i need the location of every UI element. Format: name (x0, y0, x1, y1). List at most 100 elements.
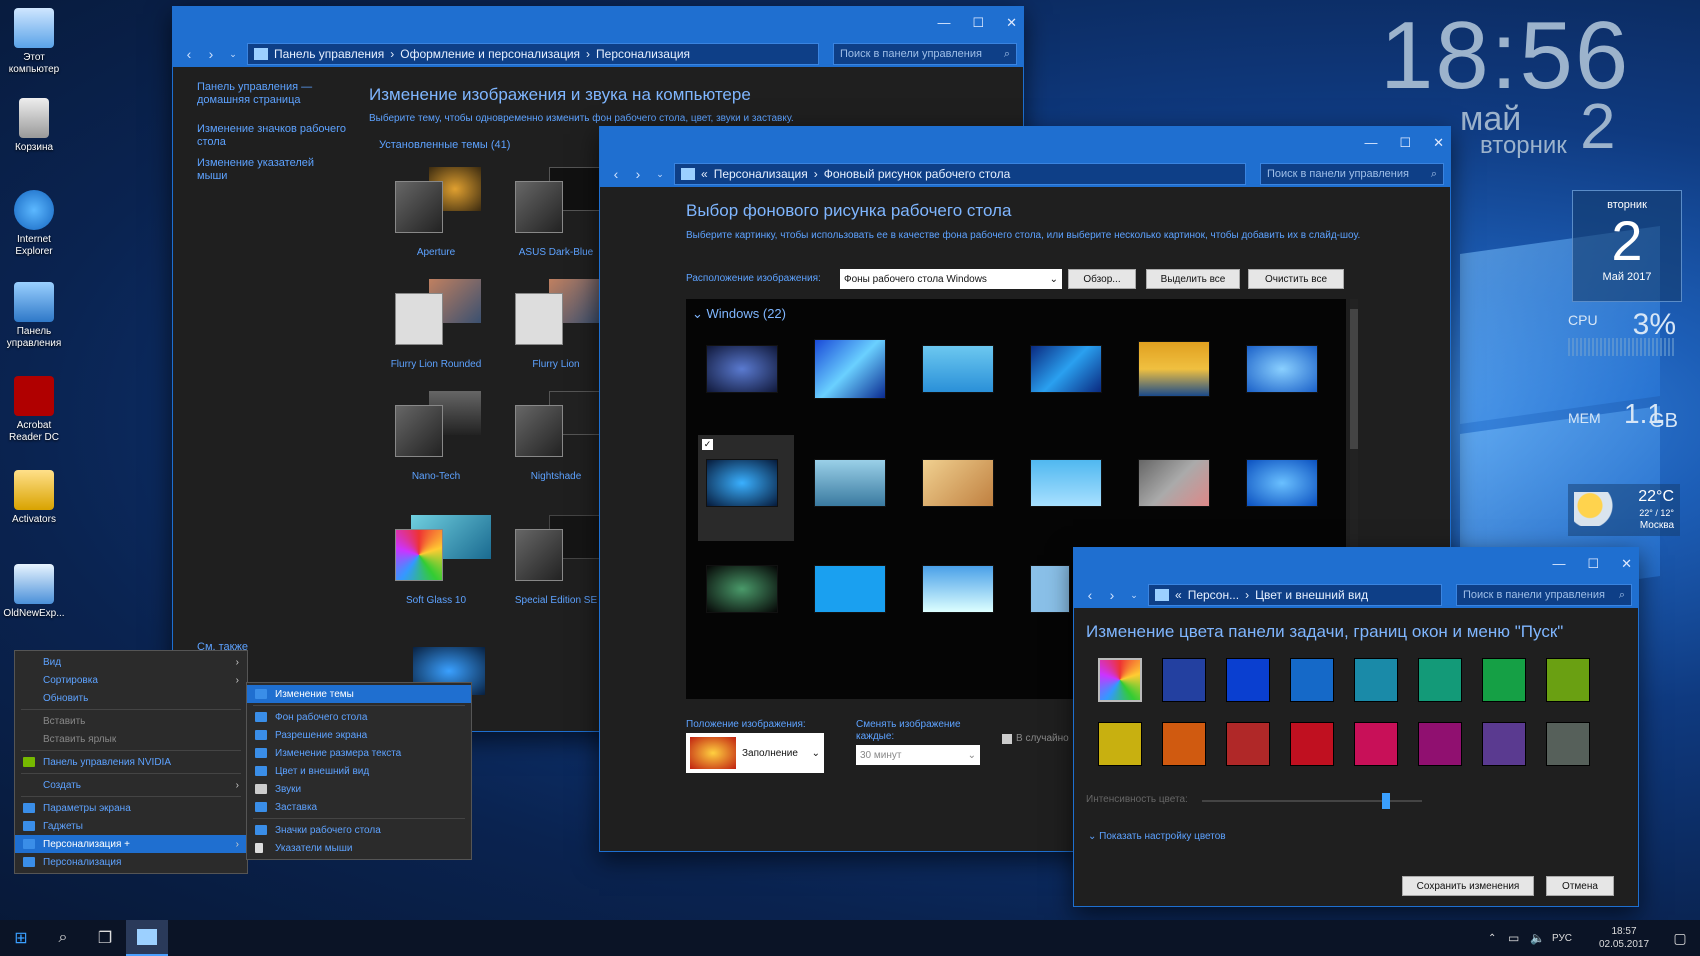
color-swatch[interactable] (1482, 658, 1526, 702)
wallpaper-thumb[interactable] (1030, 459, 1102, 507)
desktop-icon-oldnewexp[interactable]: OldNewExp... (2, 564, 66, 620)
wallpaper-thumb[interactable] (1030, 345, 1102, 393)
forward-icon[interactable]: › (1104, 587, 1120, 603)
clear-all-button[interactable]: Очистить все (1248, 269, 1344, 289)
wallpaper-thumb[interactable] (922, 459, 994, 507)
submenu-item-text-size[interactable]: Изменение размера текста (247, 744, 471, 762)
desktop-icon-activators[interactable]: Activators (2, 470, 66, 526)
wallpaper-thumb[interactable] (814, 459, 886, 507)
wallpaper-thumb[interactable] (814, 565, 886, 613)
shuffle-checkbox[interactable]: В случайно (1002, 733, 1069, 744)
notifications-icon[interactable]: ▢ (1660, 930, 1700, 947)
wallpaper-thumb[interactable] (922, 565, 994, 613)
submenu-item-resolution[interactable]: Разрешение экрана (247, 726, 471, 744)
mouse-pointers-link[interactable]: Изменение указателей мыши (197, 157, 347, 183)
forward-icon[interactable]: › (630, 166, 646, 182)
theme-aperture[interactable]: Aperture (381, 163, 491, 258)
chevron-down-icon[interactable]: ⌄ (225, 49, 241, 60)
menu-item-gadgets[interactable]: Гаджеты (15, 817, 247, 835)
network-icon[interactable]: ▭ (1508, 931, 1530, 945)
slider-thumb[interactable] (1382, 793, 1391, 809)
taskbar-app-control-panel[interactable] (126, 920, 168, 956)
wallpaper-thumb[interactable] (1030, 565, 1070, 613)
color-swatch[interactable] (1290, 722, 1334, 766)
theme-asus-dark-blue[interactable]: ASUS Dark-Blue (501, 163, 611, 258)
submenu-item-sounds[interactable]: Звуки (247, 780, 471, 798)
menu-item-nvidia[interactable]: Панель управления NVIDIA (15, 753, 247, 771)
minimize-button[interactable]: — (1552, 556, 1565, 572)
desktop-icon-control-panel[interactable]: Панель управления (2, 282, 66, 350)
desktop-icon-ie[interactable]: Internet Explorer (2, 190, 66, 258)
wallpaper-thumb[interactable] (1138, 459, 1210, 507)
color-swatch[interactable] (1546, 722, 1590, 766)
menu-item-refresh[interactable]: Обновить (15, 689, 247, 707)
chevron-down-icon[interactable]: ⌄ (1126, 590, 1142, 601)
task-view-icon[interactable]: ❐ (84, 920, 126, 956)
submenu-item-color[interactable]: Цвет и внешний вид (247, 762, 471, 780)
search-icon[interactable]: ⌕ (42, 920, 84, 956)
color-swatch[interactable] (1226, 722, 1270, 766)
menu-item-paste-shortcut[interactable]: Вставить ярлык (15, 730, 247, 748)
search-input[interactable]: Поиск в панели управления ⌕ (1260, 163, 1444, 185)
forward-icon[interactable]: › (203, 46, 219, 62)
close-button[interactable]: ✕ (1433, 135, 1444, 151)
cancel-button[interactable]: Отмена (1546, 876, 1614, 896)
search-input[interactable]: Поиск в панели управления ⌕ (1456, 584, 1632, 606)
maximize-button[interactable]: ☐ (1399, 135, 1411, 151)
color-swatch[interactable] (1546, 658, 1590, 702)
breadcrumb[interactable]: Панель управления › Оформление и персонал… (247, 43, 819, 65)
language-indicator[interactable]: РУС (1552, 933, 1588, 944)
color-swatch[interactable] (1418, 722, 1462, 766)
selected-wallpaper[interactable]: ✓ (698, 435, 794, 541)
color-swatch-automatic[interactable] (1098, 658, 1142, 702)
color-swatch[interactable] (1162, 658, 1206, 702)
back-icon[interactable]: ‹ (1082, 587, 1098, 603)
chevron-down-icon[interactable]: ⌄ (652, 169, 668, 180)
submenu-item-background[interactable]: Фон рабочего стола (247, 708, 471, 726)
menu-item-view[interactable]: Вид › (15, 653, 247, 671)
theme-special-edition[interactable]: Special Edition SE (501, 511, 611, 606)
color-swatch[interactable] (1226, 658, 1270, 702)
color-swatch[interactable] (1162, 722, 1206, 766)
menu-item-sort[interactable]: Сортировка › (15, 671, 247, 689)
wallpaper-thumb[interactable] (814, 339, 886, 399)
intensity-slider[interactable] (1202, 793, 1422, 809)
submenu-item-desktop-icons[interactable]: Значки рабочего стола (247, 821, 471, 839)
maximize-button[interactable]: ☐ (1587, 556, 1599, 572)
wallpaper-thumb[interactable] (922, 345, 994, 393)
position-select[interactable]: Заполнение ⌄ (686, 733, 824, 773)
save-changes-button[interactable]: Сохранить изменения (1402, 876, 1534, 896)
color-swatch[interactable] (1418, 658, 1462, 702)
menu-item-personalization-plus[interactable]: Персонализация + › (15, 835, 247, 853)
desktop-icon-recycle-bin[interactable]: Корзина (2, 98, 66, 154)
color-swatch[interactable] (1482, 722, 1526, 766)
volume-icon[interactable]: 🔈 (1530, 931, 1552, 945)
wallpaper-thumb[interactable] (1246, 345, 1318, 393)
wallpaper-thumb[interactable] (706, 345, 778, 393)
desktop-icon-acrobat[interactable]: Acrobat Reader DC (2, 376, 66, 444)
menu-item-paste[interactable]: Вставить (15, 712, 247, 730)
minimize-button[interactable]: — (937, 15, 950, 31)
wallpaper-thumb[interactable] (1138, 341, 1210, 397)
location-select[interactable]: Фоны рабочего стола Windows ⌄ (840, 269, 1062, 289)
menu-item-personalization[interactable]: Персонализация (15, 853, 247, 871)
select-all-button[interactable]: Выделить все (1146, 269, 1240, 289)
tray-chevron-icon[interactable]: ⌃ (1488, 933, 1508, 944)
desktop-icons-link[interactable]: Изменение значков рабочего стола (197, 123, 347, 149)
color-swatch[interactable] (1354, 658, 1398, 702)
theme-soft-glass-10[interactable]: Soft Glass 10 (381, 511, 491, 606)
wallpaper-thumb[interactable] (1246, 459, 1318, 507)
start-button[interactable]: ⊞ (0, 920, 42, 956)
breadcrumb[interactable]: «Персонализация › Фоновый рисунок рабочег… (674, 163, 1246, 185)
interval-select[interactable]: 30 минут ⌄ (856, 745, 980, 765)
theme-flurry-lion-rounded[interactable]: Flurry Lion Rounded (381, 275, 491, 370)
desktop-icon-this-pc[interactable]: Этот компьютер (2, 8, 66, 76)
theme-nightshade[interactable]: Nightshade (501, 387, 611, 482)
menu-item-display-settings[interactable]: Параметры экрана (15, 799, 247, 817)
minimize-button[interactable]: — (1364, 135, 1377, 151)
taskbar-clock[interactable]: 18:57 02.05.2017 (1588, 925, 1660, 951)
group-header[interactable]: ⌄ Windows (22) (692, 307, 786, 320)
wallpaper-thumb[interactable] (706, 565, 778, 613)
maximize-button[interactable]: ☐ (972, 15, 984, 31)
submenu-item-mouse-pointers[interactable]: Указатели мыши (247, 839, 471, 857)
